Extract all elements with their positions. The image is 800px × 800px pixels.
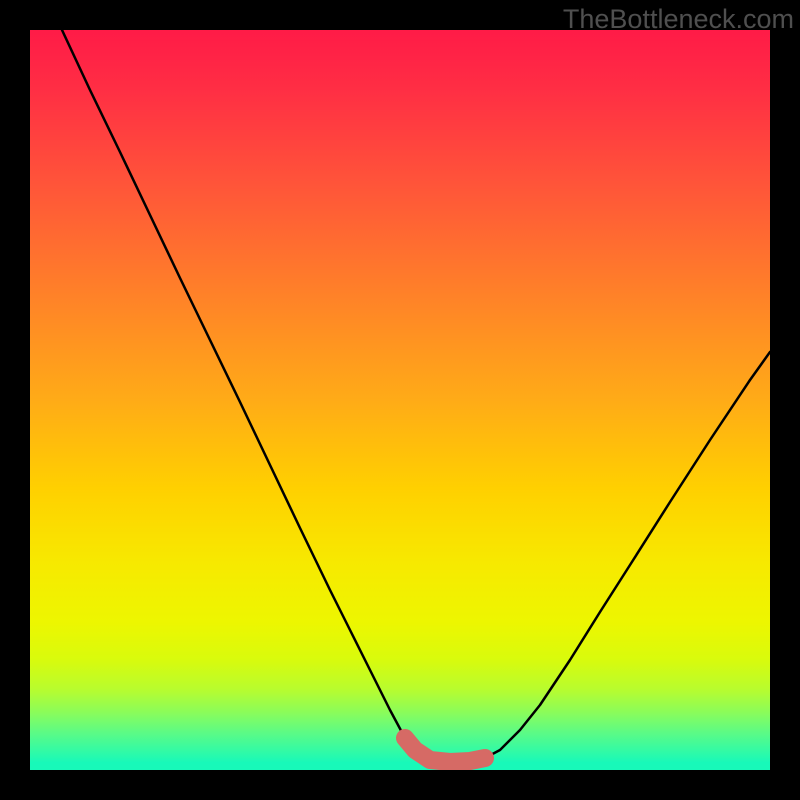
plot-area xyxy=(30,30,770,770)
watermark-text: TheBottleneck.com xyxy=(563,4,794,35)
chart-svg xyxy=(30,30,770,770)
bottleneck-curve xyxy=(62,30,770,762)
outer-frame: TheBottleneck.com xyxy=(0,0,800,800)
optimal-range-highlight xyxy=(405,738,485,762)
